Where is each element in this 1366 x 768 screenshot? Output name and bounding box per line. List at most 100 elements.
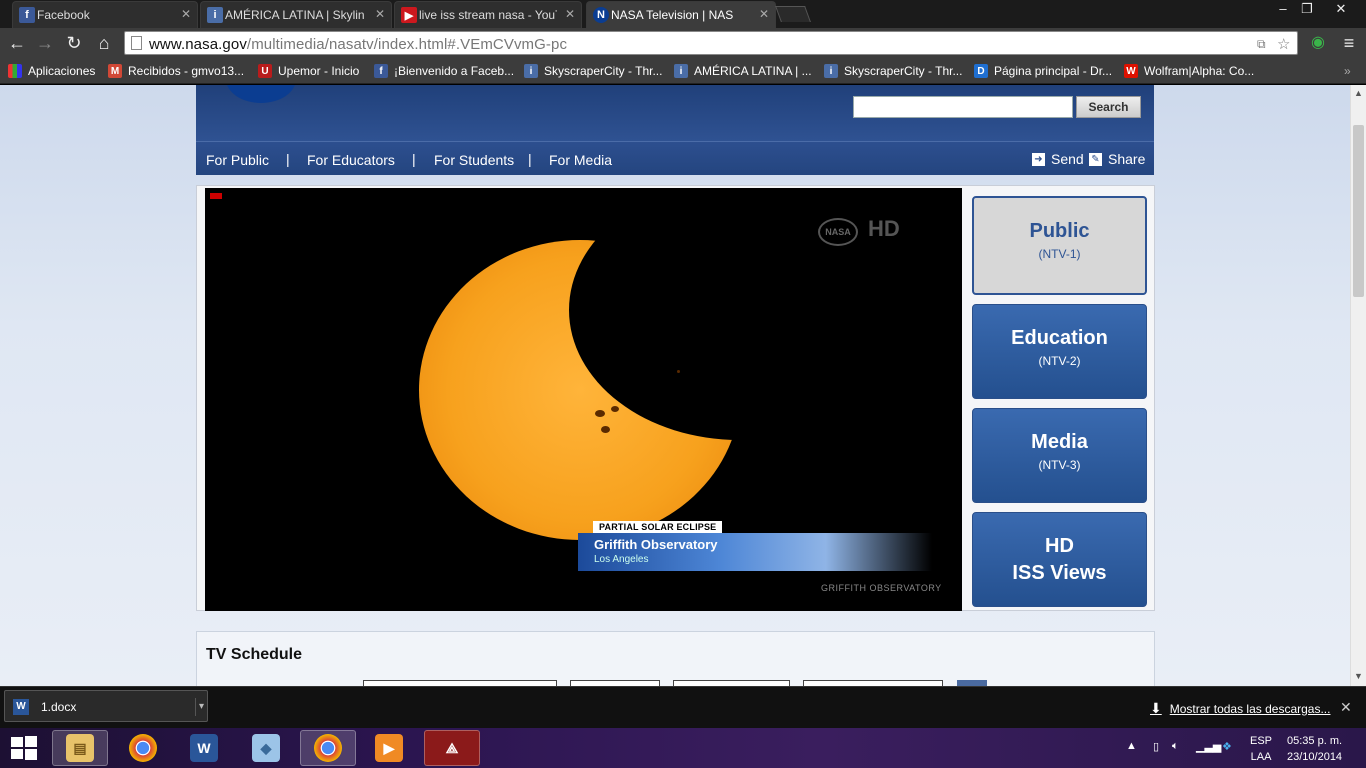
word-document-icon: W <box>13 699 29 715</box>
tab-nasa-tv[interactable]: N NASA Television | NAS ✕ <box>586 1 776 28</box>
download-item[interactable]: W 1.docx ▾ <box>4 690 208 722</box>
nasa-logo[interactable] <box>226 85 296 103</box>
address-bar[interactable]: www.nasa.gov/multimedia/nasatv/index.htm… <box>124 31 1298 55</box>
windows-start-icon[interactable] <box>10 736 38 760</box>
download-menu-icon[interactable]: ▾ <box>195 698 204 716</box>
nasa-tv-panel: NASA HD Griffith Observatory Los Angeles… <box>196 185 1155 611</box>
search-button[interactable]: Search <box>1076 96 1141 118</box>
reload-icon[interactable]: ↻ <box>63 32 85 54</box>
bookmark-skyscrapercity[interactable]: i SkyscraperCity - Thr... <box>524 63 662 79</box>
download-filename: 1.docx <box>41 700 77 714</box>
share-label: Share <box>1108 151 1146 167</box>
close-window-button[interactable]: ✕ <box>1328 0 1354 18</box>
facebook-icon: f <box>374 64 388 78</box>
apps-icon <box>8 64 22 78</box>
home-icon[interactable]: ⌂ <box>93 32 115 54</box>
bookmarks-overflow-button[interactable]: » <box>1344 63 1351 79</box>
download-arrow-icon: ⬇ <box>1150 700 1162 716</box>
bookmark-gmail[interactable]: M Recibidos - gmvo13... <box>108 63 244 79</box>
channel-hd-iss[interactable]: HD ISS Views <box>972 512 1147 607</box>
bookmark-label: Wolfram|Alpha: Co... <box>1144 64 1255 78</box>
taskbar-media-player[interactable]: ▶ <box>361 730 417 766</box>
language-indicator[interactable]: ESP LAA <box>1250 733 1272 765</box>
taskbar-app-cube[interactable]: ◆ <box>238 730 294 766</box>
channel-public[interactable]: Public (NTV-1) <box>972 196 1147 295</box>
word-icon: W <box>190 734 218 762</box>
close-tab-icon[interactable]: ✕ <box>565 7 575 21</box>
search-input[interactable] <box>853 96 1073 118</box>
taskbar-chrome-2[interactable] <box>300 730 356 766</box>
battery-icon[interactable]: ▯ <box>1153 740 1159 753</box>
menu-icon[interactable]: ≡ <box>1338 32 1360 54</box>
minimize-button[interactable]: – <box>1270 0 1296 18</box>
page-scrollbar[interactable]: ▲ ▼ <box>1350 85 1366 686</box>
bookmark-dropbox[interactable]: D Página principal - Dr... <box>974 63 1112 79</box>
chrome-icon <box>314 734 342 762</box>
tab-title: Facebook <box>37 8 90 22</box>
taskbar-word[interactable]: W <box>176 730 232 766</box>
lower-third-title: Griffith Observatory <box>594 537 718 552</box>
nav-for-educators[interactable]: For Educators <box>307 152 395 168</box>
tab-youtube[interactable]: ▶ live iss stream nasa - YouT ✕ <box>394 1 582 28</box>
send-button[interactable]: ➜ Send <box>1032 151 1084 167</box>
tray-overflow-icon[interactable]: ▲ <box>1126 740 1137 752</box>
restore-button[interactable]: ❐ <box>1294 0 1320 18</box>
scroll-up-icon[interactable]: ▲ <box>1354 88 1363 98</box>
bookmark-america-latina[interactable]: i AMÉRICA LATINA | ... <box>674 63 812 79</box>
lower-third-banner: Griffith Observatory Los Angeles <box>578 533 932 571</box>
channel-media[interactable]: Media (NTV-3) <box>972 408 1147 503</box>
chrome-icon <box>129 734 157 762</box>
nav-separator: | <box>412 151 416 167</box>
facebook-icon: f <box>19 7 35 23</box>
new-tab-button[interactable] <box>775 6 811 22</box>
close-shelf-icon[interactable]: ✕ <box>1340 699 1352 716</box>
tab-facebook[interactable]: f Facebook ✕ <box>12 1 198 28</box>
channel-education[interactable]: Education (NTV-2) <box>972 304 1147 399</box>
web-page: Search For Public | For Educators | For … <box>0 85 1350 686</box>
volume-icon[interactable]: 🔈︎ <box>1172 740 1179 753</box>
moon-shadow <box>569 188 909 440</box>
schedule-title: TV Schedule <box>206 646 303 663</box>
url-host: www.nasa.gov <box>149 36 247 53</box>
back-icon[interactable]: ← <box>6 32 28 54</box>
close-tab-icon[interactable]: ✕ <box>181 7 191 21</box>
taskbar-chrome-1[interactable] <box>115 730 171 766</box>
star-icon[interactable]: ☆ <box>1277 35 1290 53</box>
bookmark-wolfram[interactable]: W Wolfram|Alpha: Co... <box>1124 63 1254 79</box>
channel-name: HD <box>1045 535 1074 557</box>
system-clock[interactable]: 05:35 p. m. 23/10/2014 <box>1287 733 1342 765</box>
video-player[interactable]: NASA HD Griffith Observatory Los Angeles… <box>205 188 962 611</box>
bookmark-skyscrapercity-2[interactable]: i SkyscraperCity - Thr... <box>824 63 962 79</box>
sunspot <box>601 426 610 433</box>
upemor-icon: U <box>258 64 272 78</box>
signal-icon[interactable]: ▁▃▅ <box>1196 740 1221 753</box>
tab-title: NASA Television | NAS <box>611 8 734 22</box>
nav-for-media[interactable]: For Media <box>549 152 612 168</box>
browser-toolbar: ← → ↻ ⌂ www.nasa.gov/multimedia/nasatv/i… <box>0 28 1366 58</box>
bookmark-upemor[interactable]: U Upemor - Inicio <box>258 63 359 79</box>
language-code: ESP <box>1250 735 1273 747</box>
bookmark-label: ¡Bienvenido a Faceb... <box>394 64 515 78</box>
bookmark-apps[interactable]: Aplicaciones <box>8 63 95 79</box>
channel-name: Media <box>1031 431 1088 453</box>
dropbox-tray-icon[interactable]: ❖ <box>1222 740 1232 753</box>
download-shelf: W 1.docx ▾ ⬇ Mostrar todas las descargas… <box>0 686 1366 728</box>
bookmark-facebook[interactable]: f ¡Bienvenido a Faceb... <box>374 63 514 79</box>
forward-icon[interactable]: → <box>34 32 56 54</box>
share-button[interactable]: ✎ Share <box>1089 151 1145 167</box>
tab-skyscrapercity[interactable]: i AMÉRICA LATINA | Skylin ✕ <box>200 1 392 28</box>
show-all-downloads-link[interactable]: ⬇ Mostrar todas las descargas... <box>1150 700 1330 717</box>
translate-icon[interactable]: ⧉ <box>1257 37 1266 52</box>
taskbar-adobe-reader[interactable]: ⟁ <box>424 730 480 766</box>
youtube-icon: ▶ <box>401 7 417 23</box>
scrollbar-thumb[interactable] <box>1353 125 1364 297</box>
taskbar-file-explorer[interactable]: ▤ <box>52 730 108 766</box>
nav-for-students[interactable]: For Students <box>434 152 514 168</box>
nav-for-public[interactable]: For Public <box>206 152 269 168</box>
extension-icon[interactable]: ◉ <box>1307 32 1329 54</box>
scroll-down-icon[interactable]: ▼ <box>1354 671 1363 681</box>
channel-name: Education <box>1011 327 1108 349</box>
close-tab-icon[interactable]: ✕ <box>759 7 769 21</box>
bookmark-label: AMÉRICA LATINA | ... <box>694 64 812 78</box>
close-tab-icon[interactable]: ✕ <box>375 7 385 21</box>
